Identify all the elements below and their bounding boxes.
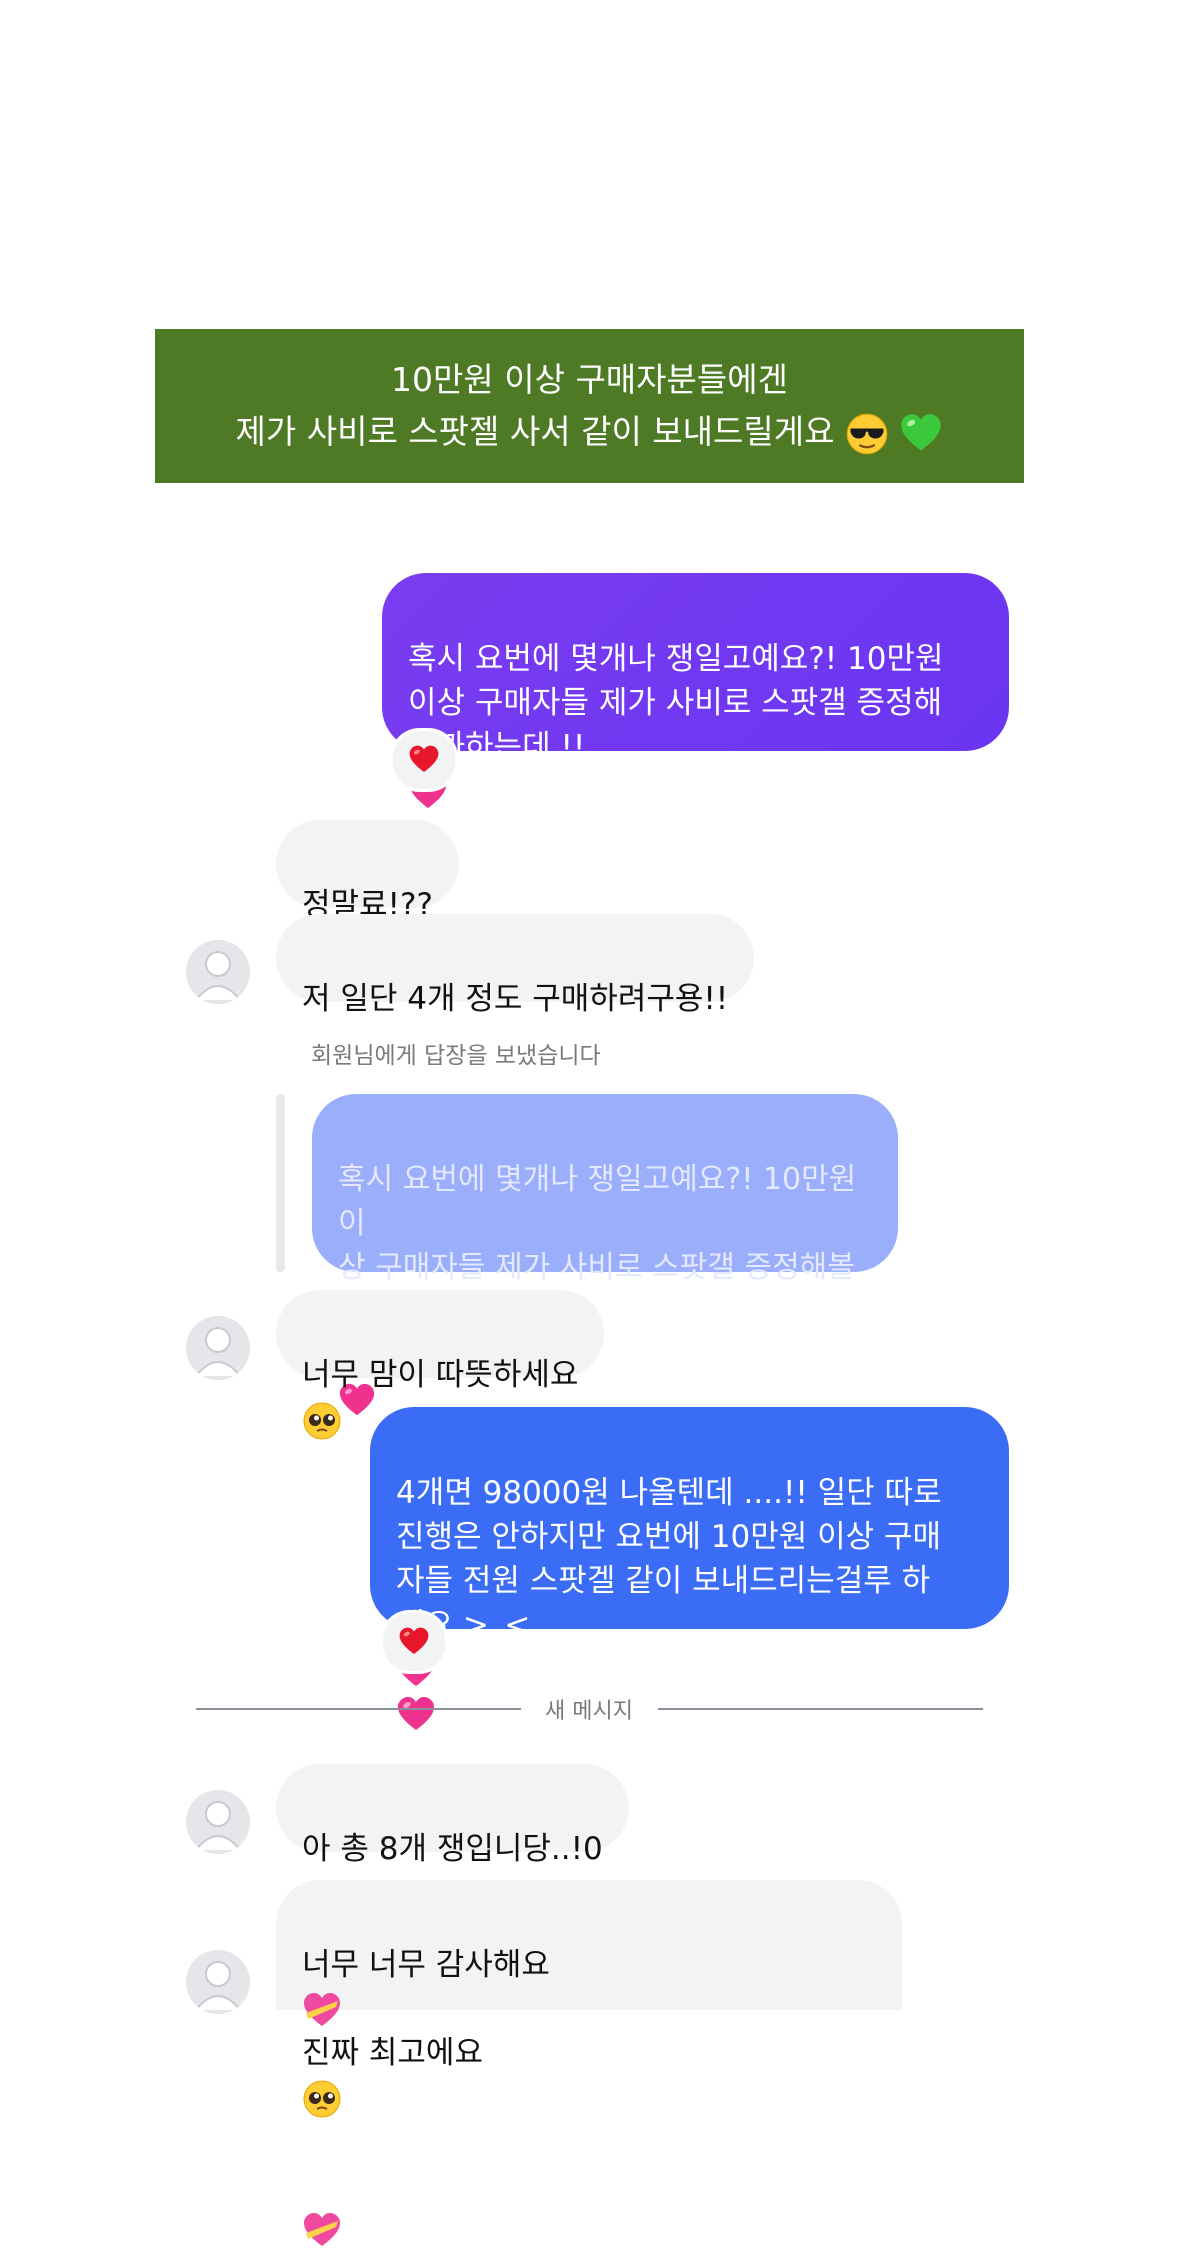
banner-line-2-text: 제가 사비로 스팟젤 사서 같이 보내드릴게요	[235, 412, 835, 451]
heart-with-ribbon-emoji-icon	[302, 2211, 342, 2251]
sender-avatar[interactable]	[186, 1316, 250, 1380]
received-message-bubble[interactable]: 너무 맘이 따뜻하세요	[276, 1290, 605, 1378]
default-avatar-icon	[195, 1327, 241, 1377]
reply-note: 회원님에게 답장을 보냈습니다	[311, 1043, 601, 1069]
sent-message-bubble[interactable]: 혹시 요번에 몇개나 쟁일고예요?! 10만원 이상 구매자들 제가 사비로 스…	[382, 573, 1009, 751]
promo-banner: 10만원 이상 구매자분들에겐 제가 사비로 스팟젤 사서 같이 보내드릴게요	[155, 329, 1024, 483]
received-message-text: 진짜 최고에요	[302, 2035, 483, 2071]
default-avatar-icon	[195, 1801, 241, 1851]
heart-reaction[interactable]	[390, 728, 458, 792]
pleading-face-emoji-icon	[302, 2079, 342, 2119]
received-message-text: 저 일단 4개 정도 구매하려구용!!	[302, 981, 729, 1017]
sent-message-bubble[interactable]: 4개면 98000원 나올텐데 ....!! 일단 따로 진행은 안하지만 요번…	[370, 1407, 1009, 1629]
sender-avatar[interactable]	[186, 1790, 250, 1854]
pink-heart-emoji-icon	[396, 1695, 436, 1735]
received-message-bubble[interactable]: 저 일단 4개 정도 구매하려구용!!	[276, 914, 755, 1017]
sender-avatar[interactable]	[186, 940, 250, 1004]
received-message-text: 너무 맘이 따뜻하세요	[302, 1357, 579, 1393]
default-avatar-icon	[195, 951, 241, 1001]
divider-line-left	[196, 1708, 521, 1710]
sender-avatar[interactable]	[186, 1950, 250, 2014]
heart-with-ribbon-emoji-icon	[302, 1991, 342, 2031]
red-heart-icon	[408, 744, 440, 776]
green-heart-emoji-icon	[899, 412, 943, 456]
red-heart-icon	[398, 1626, 430, 1658]
received-message-bubble[interactable]: 너무 너무 감사해요 진짜 최고에요	[276, 1880, 902, 2010]
received-message-text: 너무 너무 감사해요	[302, 1947, 550, 1983]
banner-line-2: 제가 사비로 스팟젤 사서 같이 보내드릴게요	[236, 406, 944, 458]
received-message-text: 아 총 8개 쟁입니당..!0	[302, 1831, 603, 1867]
sent-message-text: 혹시 요번에 몇개나 쟁일고예요?! 10만원 이상 구매자들 제가 사비로 스…	[408, 641, 944, 765]
sunglasses-emoji-icon	[845, 412, 889, 456]
heart-reaction[interactable]	[380, 1610, 448, 1674]
default-avatar-icon	[195, 1961, 241, 2011]
divider-line-right	[658, 1708, 983, 1710]
banner-line-1: 10만원 이상 구매자분들에겐	[391, 360, 788, 399]
new-messages-divider: 새 메시지	[545, 1699, 633, 1724]
quoted-message[interactable]: 혹시 요번에 몇개나 쟁일고예요?! 10만원 이 상 구매자들 제가 사비로 …	[312, 1094, 898, 1272]
received-message-bubble[interactable]: 정말료!??	[276, 820, 459, 923]
sent-message-text: 4개면 98000원 나올텐데 ....!! 일단 따로 진행은 안하지만 요번…	[396, 1475, 942, 1643]
pleading-face-emoji-icon	[302, 1401, 342, 1441]
received-message-bubble[interactable]: 아 총 8개 쟁입니당..!0	[276, 1764, 629, 1867]
quote-bar	[276, 1094, 285, 1272]
